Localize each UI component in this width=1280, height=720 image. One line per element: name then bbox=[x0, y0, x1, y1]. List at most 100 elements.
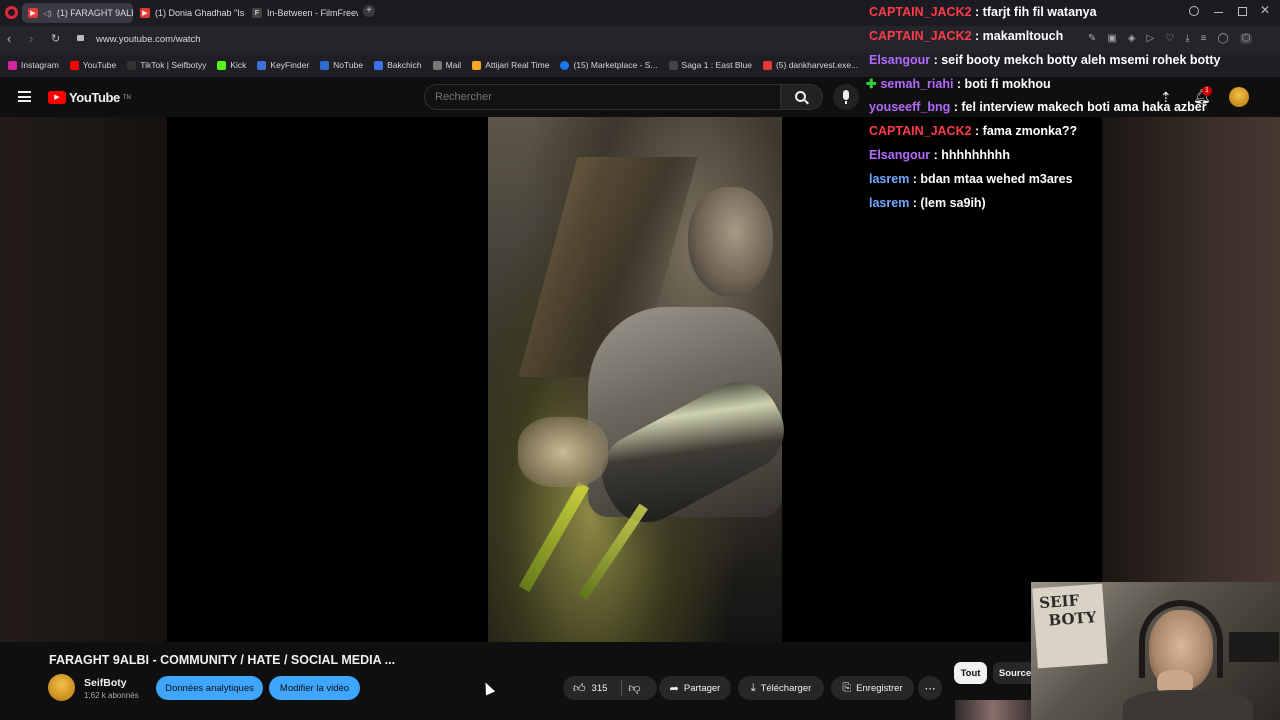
bookmark-mail[interactable]: Mail bbox=[432, 60, 461, 70]
lock-icon bbox=[77, 35, 84, 41]
menu-icon[interactable]: ≡ bbox=[1201, 33, 1207, 44]
download-icon[interactable]: ⤓ bbox=[1185, 33, 1189, 44]
like-count[interactable]: 315 bbox=[592, 683, 608, 694]
ambient-background-left bbox=[0, 117, 167, 642]
speaker-icon[interactable]: ◁) bbox=[43, 9, 52, 18]
chat-username: Elsangour bbox=[869, 148, 931, 162]
save-label: Enregistrer bbox=[856, 682, 903, 694]
youtube-favicon-icon: ▶ bbox=[28, 8, 38, 18]
chat-text: : boti fi mokhou bbox=[953, 77, 1051, 91]
bookmark-dankharvest[interactable]: (5) dankharvest.exe... bbox=[762, 60, 858, 70]
bookmark-marketplace[interactable]: (15) Marketplace - S... bbox=[560, 60, 658, 70]
chat-message: CAPTAIN_JACK2 : makamltouch bbox=[869, 29, 1063, 43]
chat-message: Elsangour : hhhhhhhhh bbox=[869, 148, 1010, 162]
divider bbox=[621, 680, 623, 696]
mouse-cursor-icon bbox=[480, 680, 496, 696]
url-field[interactable]: www.youtube.com/watch bbox=[96, 34, 201, 45]
video-frame[interactable] bbox=[488, 117, 799, 642]
youtube-icon bbox=[762, 60, 772, 70]
like-icon[interactable]: 👍︎ bbox=[573, 681, 586, 696]
hands-shape bbox=[518, 417, 608, 487]
notube-icon bbox=[320, 60, 330, 70]
shield-icon[interactable]: ◈ bbox=[1128, 33, 1136, 44]
chat-username: semah_riahi bbox=[880, 77, 954, 91]
chat-username: youseeff_bng bbox=[869, 100, 951, 114]
tab-donia-ghadhab[interactable]: ▶ (1) Donia Ghadhab "Is tha bbox=[134, 3, 244, 23]
video-player[interactable] bbox=[0, 117, 1280, 642]
chat-message: youseeff_bng : fel interview makech boti… bbox=[869, 100, 1207, 114]
search-button[interactable] bbox=[781, 84, 823, 110]
edit-icon[interactable]: ✎ bbox=[1088, 33, 1096, 44]
voice-search-mic-icon[interactable] bbox=[833, 84, 859, 110]
restore-icon[interactable] bbox=[1238, 7, 1247, 16]
search-tabs-icon[interactable] bbox=[1189, 6, 1199, 16]
tab-label: (1) Donia Ghadhab "Is tha bbox=[155, 8, 244, 18]
tab-faraght-9albi[interactable]: ▶ ◁) (1) FARAGHT 9ALBI - C bbox=[22, 3, 133, 23]
download-icon: ⤓ bbox=[750, 681, 756, 694]
chat-text: : seif booty mekch botty aleh msemi rohe… bbox=[930, 53, 1221, 67]
channel-avatar[interactable] bbox=[48, 674, 75, 701]
bakchich-icon bbox=[374, 60, 384, 70]
account-avatar[interactable] bbox=[1229, 87, 1249, 107]
background-keyboard bbox=[1229, 632, 1279, 662]
bookmark-bakchich[interactable]: Bakchich bbox=[374, 60, 422, 70]
bookmark-instagram[interactable]: Instagram bbox=[8, 60, 59, 70]
chat-message: Elsangour : seif booty mekch botty aleh … bbox=[869, 53, 1220, 67]
share-button[interactable]: ➦ Partager bbox=[659, 676, 731, 700]
dislike-icon[interactable]: 👎︎ bbox=[628, 681, 640, 696]
youtube-wordmark: YouTube bbox=[69, 90, 120, 105]
bookmark-youtube[interactable]: YouTube bbox=[69, 60, 116, 70]
back-icon[interactable]: ‹ bbox=[7, 31, 11, 46]
youtube-favicon-icon: ▶ bbox=[140, 8, 150, 18]
chat-message: lasrem : (lem sa9ih) bbox=[869, 196, 986, 210]
chat-message: CAPTAIN_JACK2 : fama zmonka?? bbox=[869, 124, 1077, 138]
analytics-button[interactable]: Données analytiques bbox=[156, 676, 263, 700]
bookmark-tiktok[interactable]: TikTok | Seifbotyy bbox=[127, 60, 206, 70]
tab-filmfreeway[interactable]: F In-Between - FilmFreeway bbox=[246, 3, 358, 23]
heart-icon[interactable]: ♡ bbox=[1165, 33, 1174, 44]
youtube-logo[interactable]: ▶ YouTube TN bbox=[48, 90, 131, 105]
instagram-icon bbox=[8, 60, 17, 70]
chat-text: : (lem sa9ih) bbox=[909, 196, 986, 210]
share-icon: ➦ bbox=[669, 682, 679, 695]
bookmark-keyfinder[interactable]: KeyFinder bbox=[257, 60, 309, 70]
webcam-preview-thumbnail bbox=[955, 700, 1031, 720]
channel-name[interactable]: SeifBoty bbox=[84, 677, 127, 689]
edit-video-button[interactable]: Modifier la vidéo bbox=[269, 676, 360, 700]
like-dislike-group: 👍︎ 315 👎︎ bbox=[563, 676, 657, 700]
chat-text: : bdan mtaa wehed m3ares bbox=[909, 172, 1073, 186]
new-tab-plus-icon[interactable]: + bbox=[363, 5, 375, 17]
camera-icon[interactable]: ▣ bbox=[1107, 33, 1116, 44]
country-code: TN bbox=[122, 94, 131, 101]
play-icon[interactable]: ▷ bbox=[1147, 33, 1155, 44]
bookmark-notube[interactable]: NoTube bbox=[320, 60, 363, 70]
close-window-icon[interactable]: ✕ bbox=[1260, 3, 1270, 17]
save-button[interactable]: ⎘ Enregistrer bbox=[831, 676, 914, 700]
extension-icon[interactable]: ⬡ bbox=[1239, 33, 1253, 44]
forward-icon[interactable]: › bbox=[29, 31, 33, 46]
saga-icon bbox=[668, 60, 678, 70]
hamburger-menu-icon[interactable] bbox=[18, 91, 31, 102]
search-input[interactable] bbox=[424, 84, 781, 110]
light-streak bbox=[518, 482, 590, 592]
more-actions-icon[interactable]: ⋯ bbox=[918, 676, 942, 700]
chat-badge-icon: ✚ bbox=[866, 77, 877, 91]
chat-username: CAPTAIN_JACK2 bbox=[869, 124, 972, 138]
head-shape bbox=[688, 187, 773, 297]
reload-icon[interactable]: ↻ bbox=[51, 32, 60, 45]
address-bar-tools: ✎ ▣ ◈ ▷ ♡ ⤓ ≡ ◯ ⬡ bbox=[1088, 33, 1253, 44]
profile-icon[interactable]: ◯ bbox=[1217, 33, 1228, 44]
minimize-icon[interactable] bbox=[1214, 12, 1223, 13]
download-button[interactable]: ⤓ Télécharger bbox=[738, 676, 824, 700]
bookmark-attijari[interactable]: Attijari Real Time bbox=[472, 60, 549, 70]
chat-message: CAPTAIN_JACK2 : tfarjt fih fil watanya bbox=[869, 5, 1097, 19]
notification-badge: 1 bbox=[1202, 86, 1212, 96]
chat-username: Elsangour bbox=[869, 53, 931, 67]
opera-logo-icon[interactable] bbox=[5, 6, 18, 19]
bookmark-saga[interactable]: Saga 1 : East Blue bbox=[668, 60, 752, 70]
tab-label: In-Between - FilmFreeway bbox=[267, 8, 358, 18]
streamer-body bbox=[1123, 690, 1253, 720]
bookmark-kick[interactable]: Kick bbox=[217, 60, 246, 70]
filter-chip-all[interactable]: Tout bbox=[954, 662, 987, 684]
tiktok-icon bbox=[127, 60, 137, 70]
